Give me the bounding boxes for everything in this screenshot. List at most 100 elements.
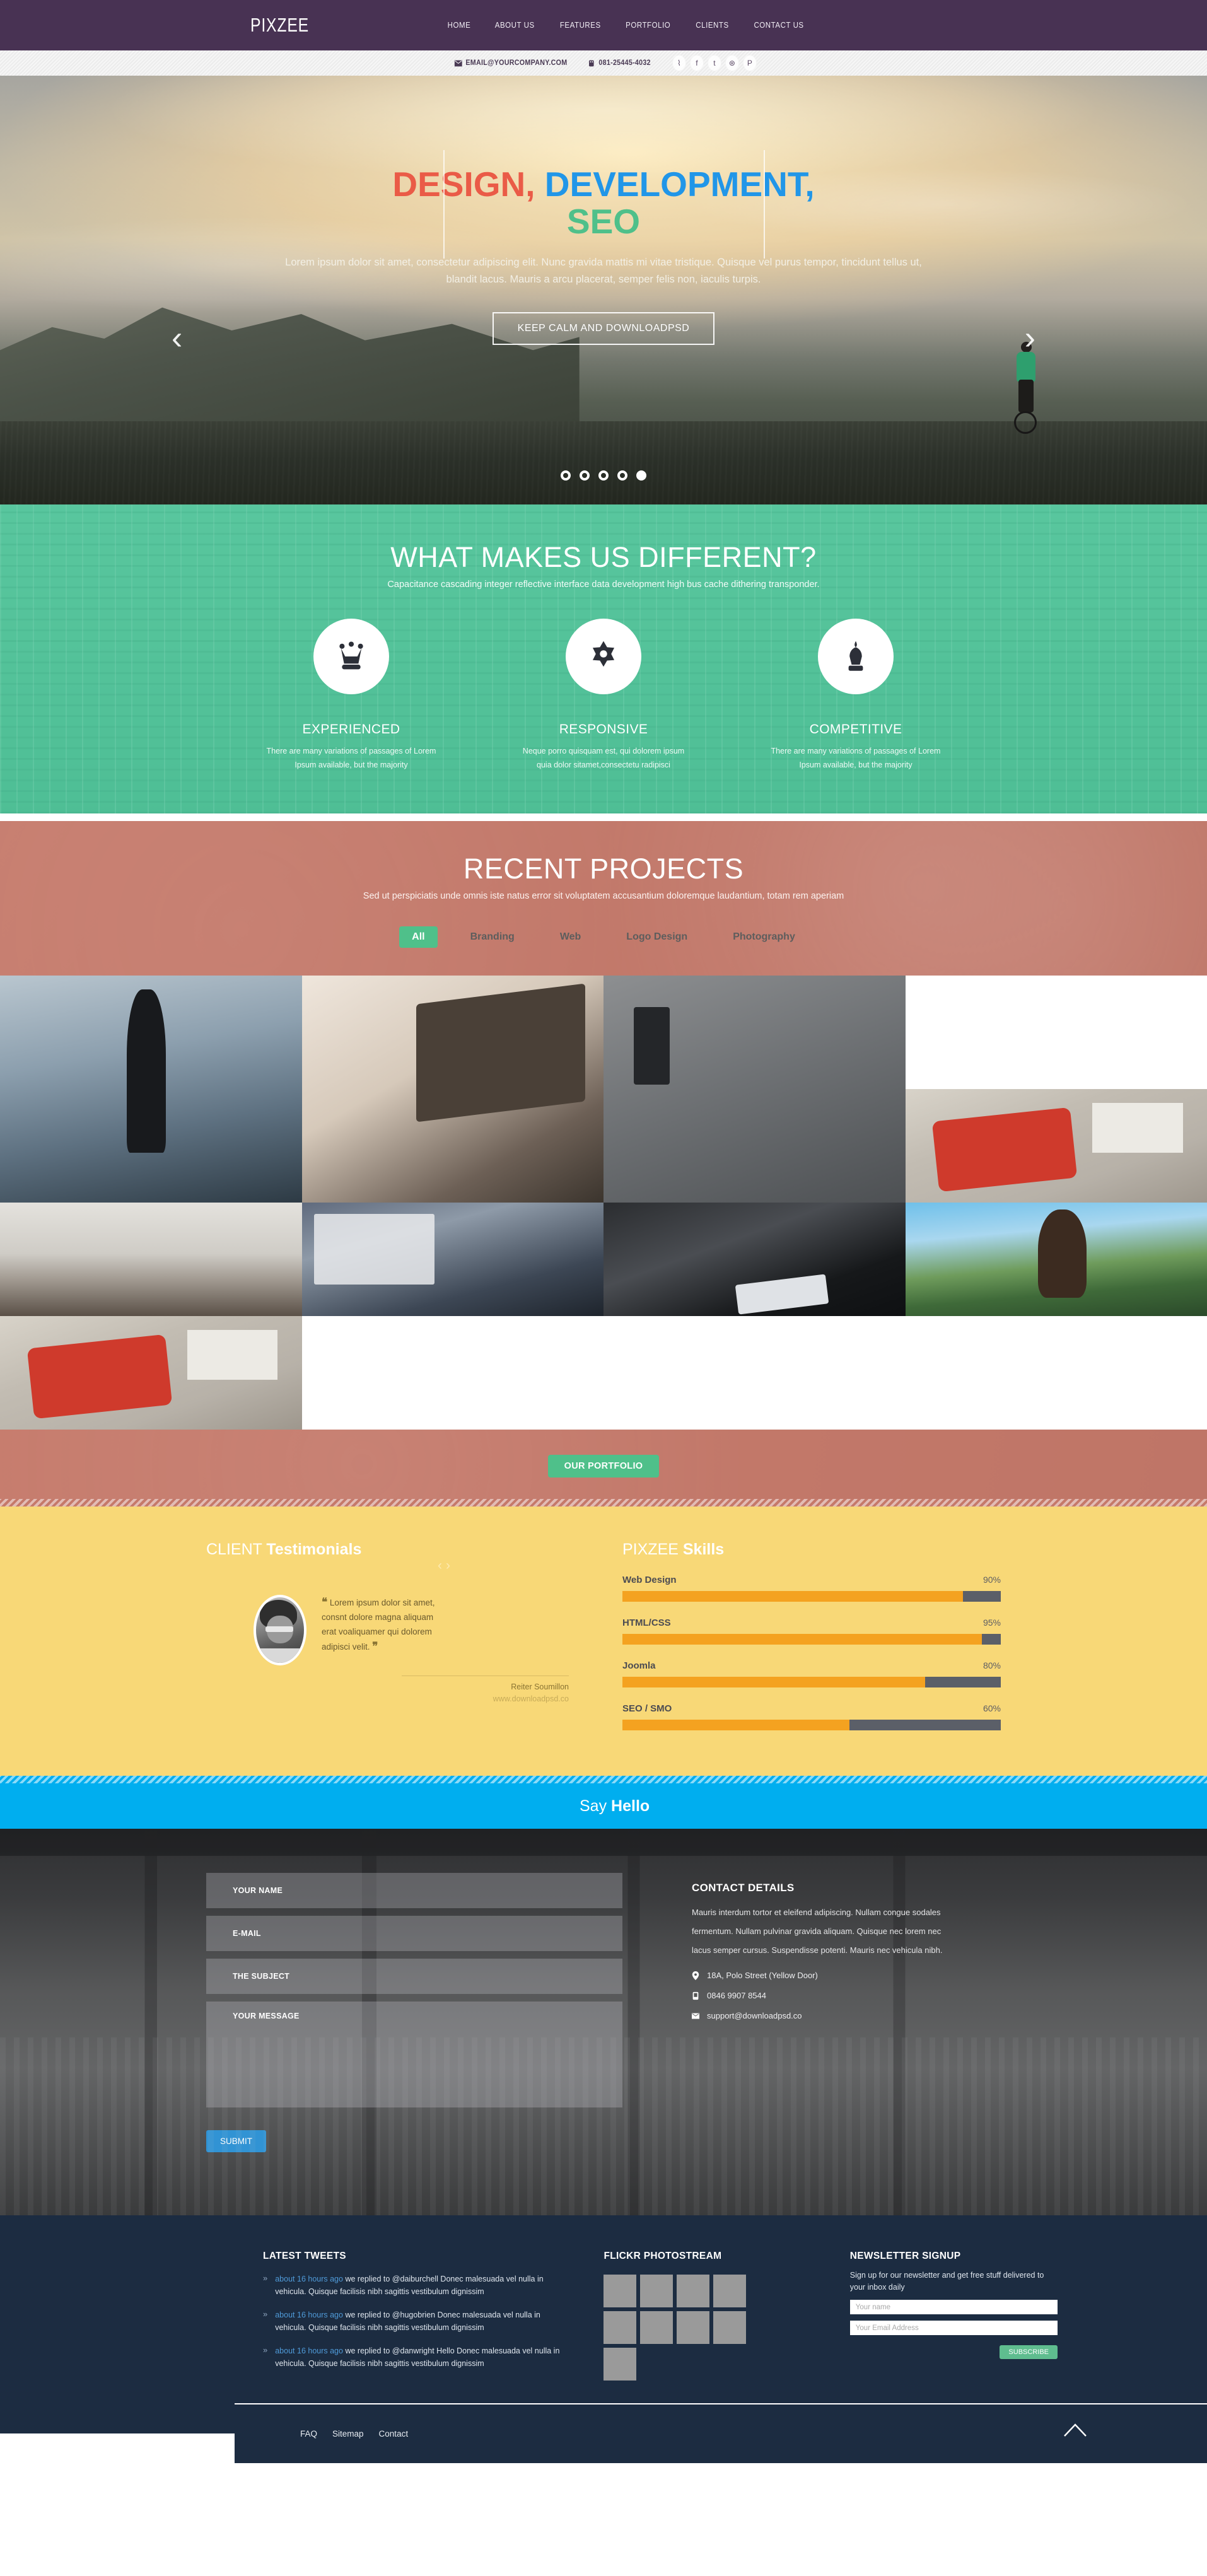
portfolio-item-9[interactable] <box>0 1316 302 1430</box>
map-pin-icon <box>692 1971 699 1980</box>
nav-item-home[interactable]: HOME <box>438 0 481 50</box>
twitter-icon[interactable]: t <box>707 55 721 71</box>
portfolio-item-8[interactable] <box>905 1203 1207 1316</box>
filter-web[interactable]: Web <box>547 927 593 947</box>
flickr-thumb[interactable] <box>604 2348 637 2381</box>
feature-text: Neque porro quisquam est, qui dolorem ip… <box>522 747 685 769</box>
contact-details-title: CONTACT DETAILS <box>692 1882 795 1894</box>
newsletter-email-input[interactable]: Your Email Address <box>849 2321 1058 2335</box>
phone-text: 081-25445-4032 <box>598 59 651 67</box>
tweet-time[interactable]: about 16 hours ago <box>275 2346 343 2355</box>
portfolio-item-6[interactable] <box>301 1203 604 1316</box>
flickr-thumb[interactable] <box>713 2311 747 2344</box>
flickr-thumb[interactable] <box>677 2311 710 2344</box>
filter-all[interactable]: All <box>399 926 438 948</box>
feature-experienced[interactable]: EXPERIENCED There are many variations of… <box>225 609 477 772</box>
slider-dot-2[interactable] <box>580 470 590 481</box>
phone-info[interactable]: 081-25445-4032 <box>588 59 651 67</box>
email-text: EMAIL@YOURCOMPANY.COM <box>465 59 568 67</box>
portfolio-item-4[interactable] <box>0 1203 302 1316</box>
skills-column: PIXZEE Skills Web Design 90% HTML/CSS 95% … <box>622 1541 1001 1730</box>
dribbble-icon[interactable]: ⊛ <box>725 55 739 71</box>
feature-title: EXPERIENCED <box>302 722 400 737</box>
testimonial-prev-arrow[interactable]: ‹ <box>438 1558 446 1573</box>
subscribe-button[interactable]: SUBSCRIBE <box>1000 2345 1058 2359</box>
recent-projects-section: RECENT PROJECTS Sed ut perspiciatis unde… <box>0 821 1207 976</box>
slider-dot-4[interactable] <box>617 470 627 481</box>
flickr-thumb[interactable] <box>604 2275 637 2307</box>
flickr-thumb[interactable] <box>640 2311 673 2344</box>
message-label: YOUR MESSAGE <box>233 2012 300 2020</box>
footer-link-sitemap[interactable]: Sitemap <box>332 2429 364 2439</box>
portfolio-item-2[interactable] <box>301 976 604 1203</box>
nav-item-portfolio[interactable]: PORTFOLIO <box>616 0 680 50</box>
testimonial-next-arrow[interactable]: › <box>446 1558 454 1573</box>
site-logo[interactable]: PIXZEE <box>250 14 309 37</box>
hero-slider: DESIGN, DEVELOPMENT, SEO Lorem ipsum dol… <box>0 76 1207 504</box>
slider-dot-1[interactable] <box>561 470 571 481</box>
slider-dot-5[interactable] <box>636 470 646 481</box>
tweet-bullet-icon: » <box>263 2309 268 2319</box>
submit-button[interactable]: SUBMIT <box>206 2130 267 2152</box>
contact-email: support@downloadpsd.co <box>707 2011 802 2020</box>
email-info[interactable]: EMAIL@YOURCOMPANY.COM <box>454 59 568 67</box>
contact-address-line: 18A, Polo Street (Yellow Door) <box>692 1971 944 1980</box>
portfolio-item-3[interactable] <box>604 976 906 1203</box>
footer-bottom-bar: FAQ Sitemap Contact <box>235 2403 1207 2463</box>
skill-bar-track <box>622 1677 1001 1687</box>
hero-divider-left <box>443 150 445 259</box>
portfolio-cta-bar: OUR PORTFOLIO <box>0 1430 1207 1499</box>
tweet-time[interactable]: about 16 hours ago <box>275 2275 343 2283</box>
slider-dot-3[interactable] <box>598 470 609 481</box>
email-label: E-MAIL <box>233 1929 261 1938</box>
newsletter-name-input[interactable]: Your name <box>849 2300 1058 2314</box>
flickr-widget: FLICKR PHOTOSTREAM <box>566 2251 805 2381</box>
footer-link-faq[interactable]: FAQ <box>300 2429 317 2439</box>
newsletter-text: Sign up for our newsletter and get free … <box>849 2271 1044 2292</box>
feature-title: RESPONSIVE <box>559 722 648 737</box>
subject-field[interactable]: THE SUBJECT <box>206 1959 622 1994</box>
flickr-thumb[interactable] <box>604 2311 637 2344</box>
message-field[interactable]: YOUR MESSAGE <box>206 2002 622 2107</box>
hero-cta-button[interactable]: KEEP CALM AND DOWNLOADPSD <box>492 312 715 345</box>
nav-item-clients[interactable]: CLIENTS <box>685 0 738 50</box>
our-portfolio-button[interactable]: OUR PORTFOLIO <box>547 1455 660 1477</box>
testimonial-quote-block: ❝ Lorem ipsum dolor sit amet, consnt dol… <box>322 1595 448 1665</box>
testimonial-nav: ‹› <box>438 1558 454 1573</box>
portfolio-item-1[interactable] <box>0 976 302 1203</box>
portfolio-item-7[interactable] <box>604 1203 906 1316</box>
nav-item-about-us[interactable]: ABOUT US <box>485 0 544 50</box>
back-to-top-icon[interactable] <box>1063 2422 1087 2437</box>
slider-prev-arrow[interactable]: ‹ <box>172 322 182 354</box>
zigzag-divider-3 <box>0 1776 1207 1783</box>
flickr-thumb[interactable] <box>677 2275 710 2307</box>
filter-branding[interactable]: Branding <box>458 927 527 947</box>
nav-item-contact-us[interactable]: CONTACT US <box>743 0 813 50</box>
top-info-bar: EMAIL@YOURCOMPANY.COM 081-25445-4032 ⌇ f… <box>0 50 1207 76</box>
filter-logo-design[interactable]: Logo Design <box>614 927 700 947</box>
quote-open-icon: ❝ <box>322 1596 328 1608</box>
testimonial-avatar <box>254 1595 306 1665</box>
flickr-thumb[interactable] <box>713 2275 747 2307</box>
flickr-thumb[interactable] <box>640 2275 673 2307</box>
feature-responsive[interactable]: RESPONSIVE Neque porro quisquam est, qui… <box>477 609 730 772</box>
feature-text: There are many variations of passages of… <box>771 747 941 769</box>
tweet-time[interactable]: about 16 hours ago <box>275 2311 343 2319</box>
zigzag-divider-2 <box>0 1499 1207 1507</box>
main-header: PIXZEE HOME ABOUT US FEATURES PORTFOLIO … <box>0 0 1207 50</box>
nav-item-features[interactable]: FEATURES <box>550 0 610 50</box>
crown-icon <box>339 641 363 670</box>
email-field[interactable]: E-MAIL <box>206 1916 622 1951</box>
pinterest-icon[interactable]: P <box>742 55 757 71</box>
newsletter-email-placeholder: Your Email Address <box>855 2324 919 2332</box>
footer-link-contact[interactable]: Contact <box>379 2429 409 2439</box>
slider-next-arrow[interactable]: › <box>1025 322 1035 354</box>
hero-paragraph: Lorem ipsum dolor sit amet, consectetur … <box>285 257 922 285</box>
your-name-field[interactable]: YOUR NAME <box>206 1873 622 1908</box>
feature-competitive[interactable]: COMPETITIVE There are many variations of… <box>730 609 982 772</box>
facebook-icon[interactable]: f <box>689 55 704 71</box>
rss-icon[interactable]: ⌇ <box>672 55 686 71</box>
filter-photography[interactable]: Photography <box>720 927 808 947</box>
portfolio-item-5[interactable] <box>905 1089 1207 1203</box>
portfolio-grid <box>0 976 1207 1430</box>
